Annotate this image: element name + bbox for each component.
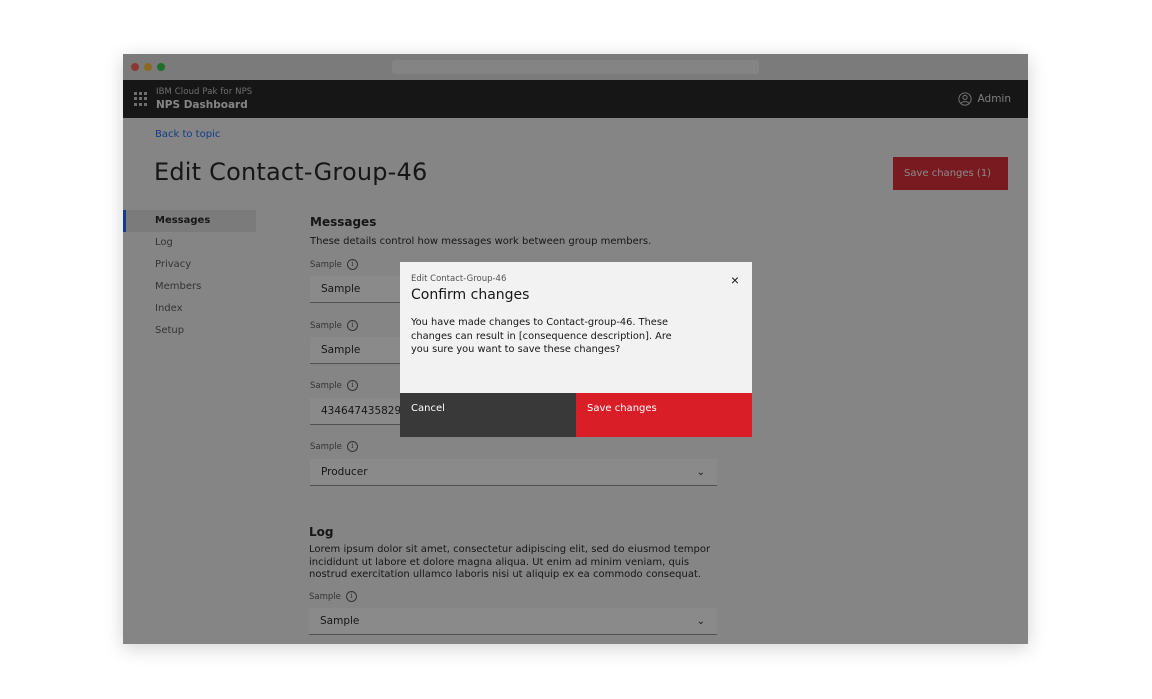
confirm-save-changes-button[interactable]: Save changes [576,393,752,437]
browser-window: IBM Cloud Pak for NPS NPS Dashboard Admi… [123,54,1028,644]
modal-overlay[interactable]: Edit Contact-Group-46 Confirm changes × … [123,54,1028,644]
modal-footer: Cancel Save changes [400,393,752,437]
cancel-button[interactable]: Cancel [400,393,576,437]
modal-label: Edit Contact-Group-46 [411,274,507,284]
confirm-changes-modal: Edit Contact-Group-46 Confirm changes × … [400,262,752,437]
modal-body-text: You have made changes to Contact-group-4… [411,317,672,355]
modal-heading: Confirm changes [411,287,530,303]
close-icon[interactable]: × [726,271,744,289]
